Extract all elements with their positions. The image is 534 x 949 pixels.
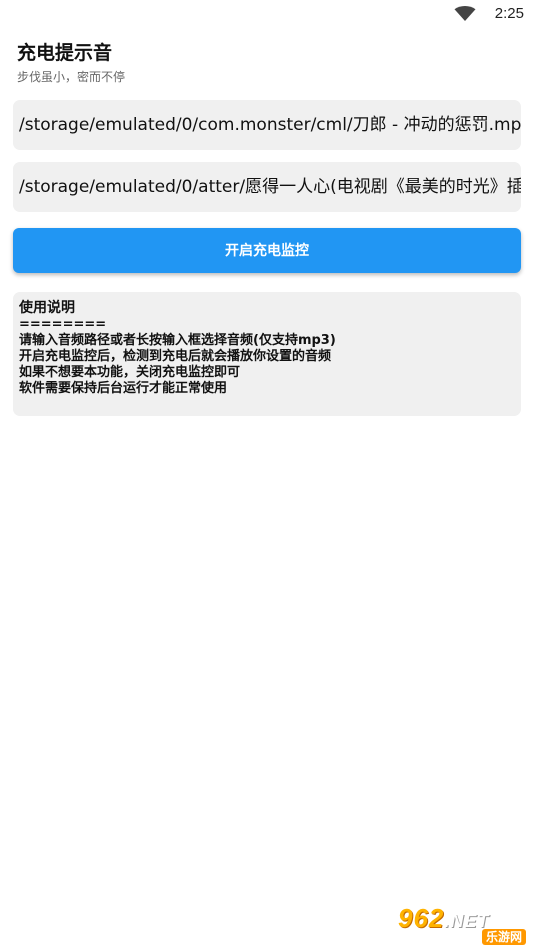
audio-path-input-1[interactable]: /storage/emulated/0/com.monster/cml/刀郎 -…	[13, 100, 521, 150]
instructions-card: 使用说明 ======== 请输入音频路径或者长按输入框选择音频(仅支持mp3)…	[13, 292, 521, 416]
status-bar: 2:25	[0, 0, 534, 30]
instructions-line: 请输入音频路径或者长按输入框选择音频(仅支持mp3)	[19, 333, 336, 348]
audio-path-input-2[interactable]: /storage/emulated/0/atter/愿得一人心(电视剧《最美的时…	[13, 162, 521, 212]
instructions-line: 开启充电监控后，检测到充电后就会播放你设置的音频	[19, 349, 332, 364]
instructions-divider: ========	[19, 317, 107, 332]
watermark-logo: 962.NET 乐游网	[398, 903, 528, 945]
audio-path-value-2: /storage/emulated/0/atter/愿得一人心(电视剧《最美的时…	[19, 177, 521, 197]
watermark-brand: 962.NET	[398, 903, 489, 934]
app-screen: 2:25 充电提示音 步伐虽小，密而不停 /storage/emulated/0…	[0, 0, 534, 949]
start-charge-monitor-button[interactable]: 开启充电监控	[13, 228, 521, 273]
status-time: 2:25	[494, 5, 524, 22]
app-title: 充电提示音	[17, 42, 113, 64]
instructions-line: 如果不想要本功能，关闭充电监控即可	[19, 365, 241, 380]
instructions-line: 软件需要保持后台运行才能正常使用	[19, 381, 228, 396]
watermark-subtext: 乐游网	[481, 929, 526, 945]
watermark-number: 962	[398, 903, 445, 933]
app-subtitle: 步伐虽小，密而不停	[17, 70, 126, 84]
watermark-suffix: .NET	[444, 911, 490, 931]
audio-path-value-1: /storage/emulated/0/com.monster/cml/刀郎 -…	[19, 115, 521, 135]
instructions-title: 使用说明	[19, 300, 75, 316]
wifi-icon	[454, 6, 476, 21]
